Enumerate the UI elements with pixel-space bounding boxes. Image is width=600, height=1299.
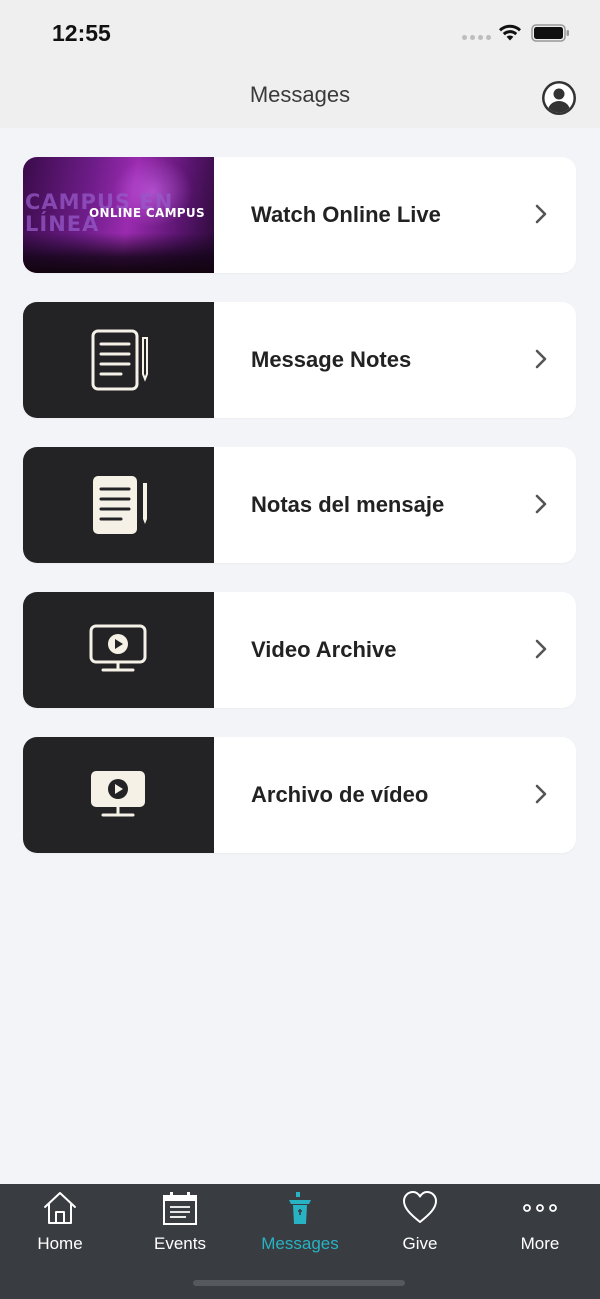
list-item-notas-del-mensaje[interactable]: Notas del mensaje: [23, 447, 576, 563]
podium-icon: [289, 1192, 311, 1224]
tab-events[interactable]: Events: [120, 1184, 240, 1264]
home-indicator: [193, 1280, 405, 1286]
list-item-label: Archivo de vídeo: [251, 782, 429, 807]
navigation-bar: Messages: [0, 66, 600, 128]
tab-label: Give: [402, 1234, 438, 1253]
heart-icon: [403, 1191, 437, 1223]
monitor-play-outline-icon: [89, 624, 146, 672]
tab-more[interactable]: More: [480, 1184, 600, 1264]
tab-messages[interactable]: Messages: [240, 1184, 360, 1264]
archivo-de-video-thumbnail: [23, 737, 214, 853]
online-campus-thumbnail: CAMPUS EN LÍNEA ONLINE CAMPUS: [23, 157, 214, 273]
video-archive-thumbnail: [23, 592, 214, 708]
more-dots-icon: [523, 1204, 557, 1212]
tab-label: Home: [37, 1234, 83, 1253]
tab-label: Events: [154, 1234, 206, 1253]
message-notes-thumbnail: [23, 302, 214, 418]
list-item-archivo-de-video[interactable]: Archivo de vídeo: [23, 737, 576, 853]
list-item-label: Message Notes: [251, 347, 412, 372]
status-time: 12:55: [52, 20, 111, 46]
battery-icon: [531, 24, 569, 42]
tab-label: More: [520, 1234, 560, 1253]
tab-label: Messages: [261, 1234, 339, 1253]
status-bar: 12:55: [0, 0, 600, 66]
tab-home[interactable]: Home: [0, 1184, 120, 1264]
list-item-video-archive[interactable]: Video Archive: [23, 592, 576, 708]
list-item-watch-online-live[interactable]: CAMPUS EN LÍNEA ONLINE CAMPUS Watch Onli…: [23, 157, 576, 273]
person-circle-icon[interactable]: [541, 80, 577, 116]
list-item-label: Video Archive: [251, 637, 397, 662]
list-item-label: Notas del mensaje: [251, 492, 445, 517]
tab-give[interactable]: Give: [360, 1184, 480, 1264]
home-icon: [44, 1192, 76, 1224]
notes-filled-icon: [92, 476, 147, 534]
thumbnail-overlay-text: ONLINE CAMPUS: [89, 206, 205, 220]
chevron-right-icon: [535, 784, 547, 804]
cellular-signal-icon: [462, 35, 491, 40]
chevron-right-icon: [535, 204, 547, 224]
calendar-icon: [163, 1192, 197, 1225]
notas-del-mensaje-thumbnail: [23, 447, 214, 563]
page-title: Messages: [249, 82, 351, 107]
wifi-icon: [499, 24, 521, 41]
notes-outline-icon: [91, 329, 148, 391]
list-item-label: Watch Online Live: [251, 202, 441, 227]
messages-list: CAMPUS EN LÍNEA ONLINE CAMPUS Watch Onli…: [23, 157, 576, 882]
chevron-right-icon: [535, 639, 547, 659]
monitor-play-filled-icon: [90, 771, 145, 817]
list-item-message-notes[interactable]: Message Notes: [23, 302, 576, 418]
chevron-right-icon: [535, 494, 547, 514]
chevron-right-icon: [535, 349, 547, 369]
